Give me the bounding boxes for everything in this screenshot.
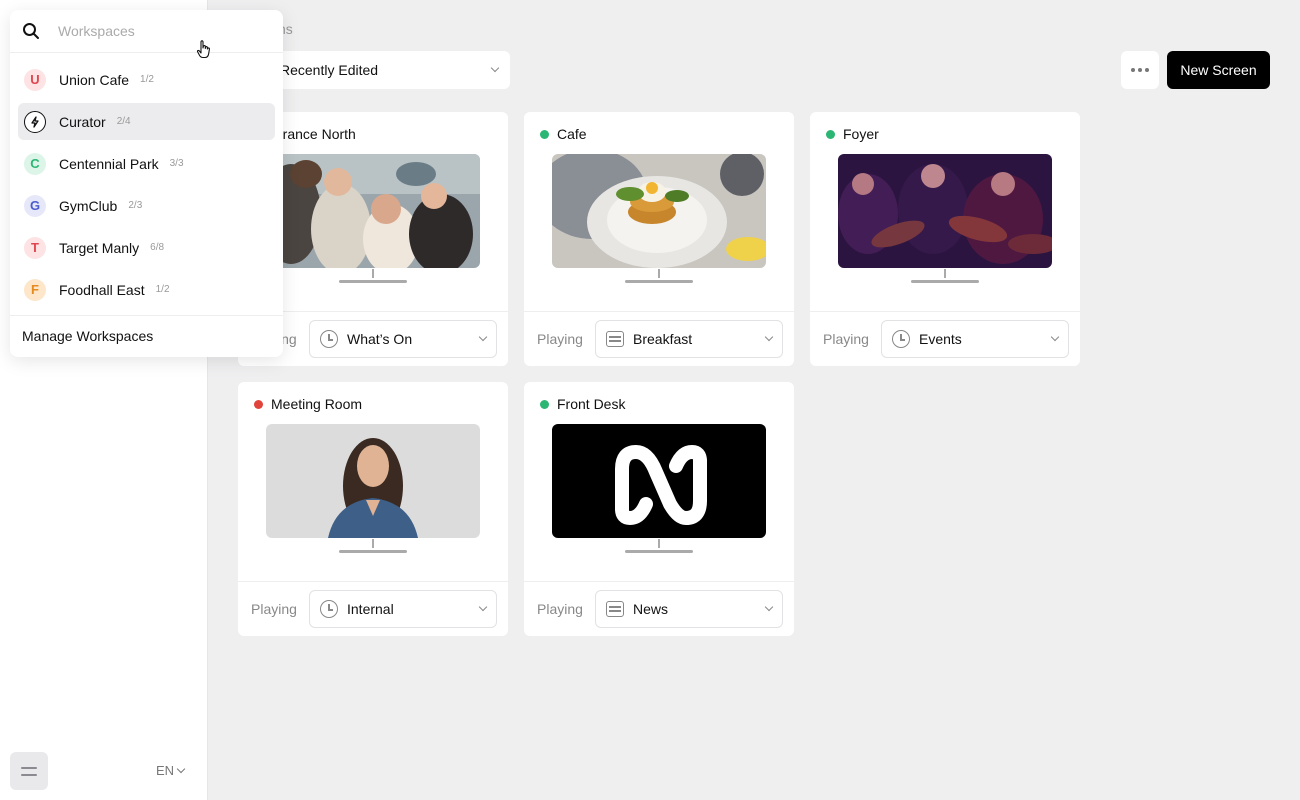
chevron-down-icon (478, 332, 488, 342)
screen-name: Cafe (557, 126, 587, 142)
lightning-bolt-icon (24, 110, 46, 133)
status-dot (540, 399, 549, 409)
playing-label: Playing (251, 601, 297, 617)
sort-label: Recently Edited (280, 62, 379, 78)
playing-label: Playing (537, 601, 583, 617)
screen-name: Foyer (843, 126, 879, 142)
more-options-button[interactable] (1121, 51, 1159, 89)
workspace-screen-count: 1/2 (140, 74, 154, 85)
screen-preview (552, 154, 766, 268)
workspace-item-target-manly[interactable]: T Target Manly 6/8 (18, 229, 275, 266)
abc-logo-icon (552, 424, 766, 538)
status-dot (826, 129, 835, 139)
playlist-label: Internal (347, 601, 394, 617)
playlist-label: Events (919, 331, 962, 347)
workspace-avatar: C (24, 152, 46, 175)
workspace-screen-count: 1/2 (155, 284, 170, 295)
ellipsis-icon (1131, 68, 1135, 72)
chevron-down-icon (176, 764, 186, 773)
workspace-screen-count: 2/4 (116, 116, 131, 127)
workspace-item-centennial-park[interactable]: C Centennial Park 3/3 (18, 145, 275, 182)
screen-preview (552, 424, 766, 538)
workspace-item-union-cafe[interactable]: U Union Cafe 1/2 (18, 61, 275, 98)
workspace-search-input[interactable] (58, 23, 228, 39)
screen-name: Meeting Room (271, 396, 363, 412)
screen-preview (838, 154, 1052, 268)
workspace-item-curator[interactable]: Curator 2/4 (18, 103, 275, 140)
chevron-down-icon (1050, 332, 1060, 342)
playlist-label: Breakfast (633, 331, 693, 347)
search-icon (23, 23, 39, 39)
workspace-item-gymclub[interactable]: G GymClub 2/3 (18, 187, 275, 224)
workspace-name: Curator (59, 113, 106, 130)
workspace-screen-count: 6/8 (150, 242, 165, 253)
playlist-label: News (633, 601, 669, 617)
chevron-down-icon (764, 602, 774, 612)
workspace-screen-count: 2/3 (128, 200, 143, 211)
screen-card[interactable]: Cafe Playing Breakfast (524, 112, 794, 366)
playing-label: Playing (823, 331, 869, 347)
screen-preview (266, 424, 480, 538)
workspace-list: U Union Cafe 1/2 Curator 2/4 C Centennia… (10, 53, 283, 308)
status-dot (254, 399, 263, 409)
language-label: EN (156, 763, 175, 778)
clock-icon (320, 330, 338, 348)
workspace-item-foodhall-east[interactable]: F Foodhall East 1/2 (18, 271, 275, 308)
workspace-name: Centennial Park (59, 155, 159, 172)
playlist-label: What’s On (347, 331, 413, 347)
screen-name: ntrance North (271, 126, 356, 142)
hand-cursor-icon (196, 40, 210, 59)
playlist-select[interactable]: Breakfast (595, 320, 783, 358)
workspace-name: Target Manly (59, 239, 140, 256)
playlist-select[interactable]: News (595, 590, 783, 628)
menu-toggle-button[interactable] (10, 752, 48, 790)
list-icon (606, 601, 624, 617)
hamburger-icon (21, 766, 37, 769)
manage-workspaces-link[interactable]: Manage Workspaces (22, 328, 153, 344)
screen-preview (266, 154, 480, 268)
workspace-search (10, 10, 283, 53)
monitor-stand (339, 280, 407, 283)
workspace-avatar: T (24, 236, 46, 259)
playlist-select[interactable]: Internal (309, 590, 497, 628)
screen-name: Front Desk (557, 396, 626, 412)
monitor-stand (625, 550, 693, 553)
workspace-name: Foodhall East (59, 281, 145, 298)
clock-icon (320, 600, 338, 618)
workspace-avatar: U (24, 68, 46, 91)
language-selector[interactable]: EN (156, 763, 186, 778)
chevron-down-icon (764, 332, 774, 342)
chevron-down-icon (490, 63, 500, 73)
workspace-switcher: U Union Cafe 1/2 Curator 2/4 C Centennia… (10, 10, 283, 357)
monitor-stand (625, 280, 693, 283)
monitor-stand (339, 550, 407, 553)
clock-icon (892, 330, 910, 348)
screen-card[interactable]: Foyer Playing Events (810, 112, 1080, 366)
main-content: ns Recently Edited New Screen ntrance No… (208, 0, 1300, 800)
workspace-name: GymClub (59, 197, 118, 214)
monitor-stand (911, 280, 979, 283)
playlist-select[interactable]: What’s On (309, 320, 497, 358)
new-screen-button[interactable]: New Screen (1167, 51, 1270, 89)
screen-card[interactable]: Meeting Room Playing Internal (238, 382, 508, 636)
workspace-screen-count: 3/3 (169, 158, 184, 169)
chevron-down-icon (478, 602, 488, 612)
status-dot (540, 129, 549, 139)
playlist-select[interactable]: Events (881, 320, 1069, 358)
workspace-name: Union Cafe (59, 71, 130, 88)
screen-card[interactable]: Front Desk Playing News (524, 382, 794, 636)
list-icon (606, 331, 624, 347)
workspace-avatar: G (24, 194, 46, 217)
sort-select[interactable]: Recently Edited (270, 51, 510, 89)
playing-label: Playing (537, 331, 583, 347)
workspace-avatar: F (24, 278, 46, 301)
